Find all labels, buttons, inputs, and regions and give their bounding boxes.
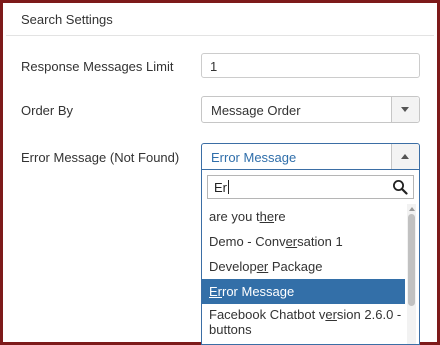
dropdown-options: are you there Demo - Conversation 1 Deve…: [202, 204, 405, 342]
order-by-value: Message Order: [211, 103, 301, 118]
divider: [6, 35, 434, 36]
dropdown-option[interactable]: Developer Package: [202, 254, 405, 279]
scroll-up-arrow-icon[interactable]: [409, 207, 415, 211]
dropdown-option[interactable]: Facebook Chatbot version 2.6.0 - buttons: [202, 304, 405, 342]
order-by-toggle[interactable]: [391, 97, 419, 122]
error-message-dropdown: Er are you there Demo - Conversation 1 D…: [201, 170, 420, 345]
order-by-select[interactable]: Message Order: [201, 96, 420, 123]
chevron-down-icon: [401, 107, 409, 112]
error-message-toggle[interactable]: [391, 144, 419, 169]
dropdown-search-input[interactable]: Er: [207, 175, 414, 199]
response-limit-input[interactable]: 1: [201, 53, 420, 78]
scrollbar-thumb[interactable]: [408, 214, 415, 306]
dropdown-option[interactable]: are you there: [202, 204, 405, 229]
search-query: Er: [214, 180, 227, 195]
order-by-label: Order By: [21, 103, 74, 118]
error-message-select[interactable]: Error Message: [201, 143, 420, 170]
dropdown-option-selected[interactable]: Error Message: [202, 279, 405, 304]
chevron-up-icon: [401, 154, 409, 159]
dropdown-option[interactable]: Demo - Conversation 1: [202, 229, 405, 254]
section-title: Search Settings: [21, 12, 113, 27]
search-icon: [393, 180, 408, 195]
error-message-value: Error Message: [211, 150, 297, 165]
error-message-label: Error Message (Not Found): [21, 150, 180, 165]
settings-panel: Search Settings Response Messages Limit …: [0, 0, 440, 345]
response-limit-label: Response Messages Limit: [21, 59, 174, 74]
text-cursor: [228, 180, 229, 194]
dropdown-scrollbar[interactable]: [407, 204, 416, 344]
